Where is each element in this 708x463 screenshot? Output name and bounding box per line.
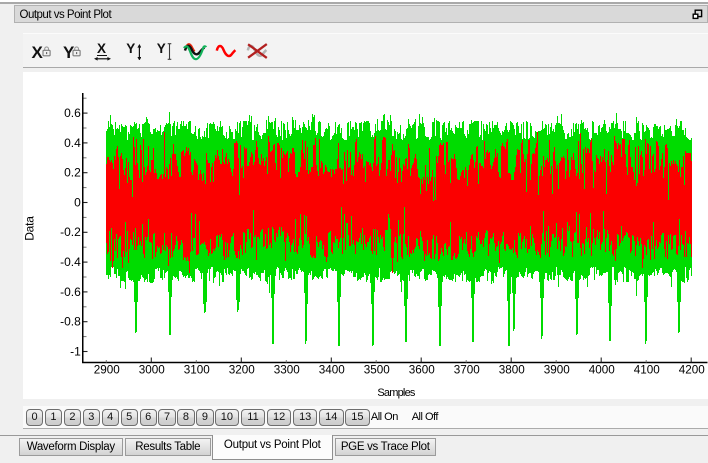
svg-text:3300: 3300 bbox=[274, 364, 301, 377]
svg-text:0.6: 0.6 bbox=[64, 106, 81, 120]
svg-text:4200: 4200 bbox=[679, 364, 706, 377]
svg-text:3200: 3200 bbox=[229, 364, 256, 377]
svg-text:2900: 2900 bbox=[94, 364, 121, 377]
svg-text:-0.4: -0.4 bbox=[60, 255, 81, 269]
svg-text:0.4: 0.4 bbox=[64, 136, 81, 150]
svg-text:3800: 3800 bbox=[499, 364, 526, 377]
svg-text:3500: 3500 bbox=[364, 364, 391, 377]
svg-text:0: 0 bbox=[74, 195, 81, 209]
svg-text:Samples: Samples bbox=[377, 387, 415, 399]
svg-text:0.2: 0.2 bbox=[64, 166, 81, 180]
svg-text:4000: 4000 bbox=[589, 364, 616, 377]
svg-text:-0.6: -0.6 bbox=[60, 285, 81, 299]
svg-text:-0.2: -0.2 bbox=[60, 225, 81, 239]
svg-text:-1: -1 bbox=[70, 344, 81, 358]
svg-text:Data: Data bbox=[23, 216, 37, 241]
svg-text:4100: 4100 bbox=[634, 364, 661, 377]
svg-text:3700: 3700 bbox=[454, 364, 481, 377]
svg-text:-0.8: -0.8 bbox=[60, 315, 81, 329]
svg-text:3000: 3000 bbox=[139, 364, 166, 377]
svg-text:3600: 3600 bbox=[409, 364, 436, 377]
svg-text:3900: 3900 bbox=[544, 364, 571, 377]
svg-text:3100: 3100 bbox=[184, 364, 211, 377]
svg-text:3400: 3400 bbox=[319, 364, 346, 377]
